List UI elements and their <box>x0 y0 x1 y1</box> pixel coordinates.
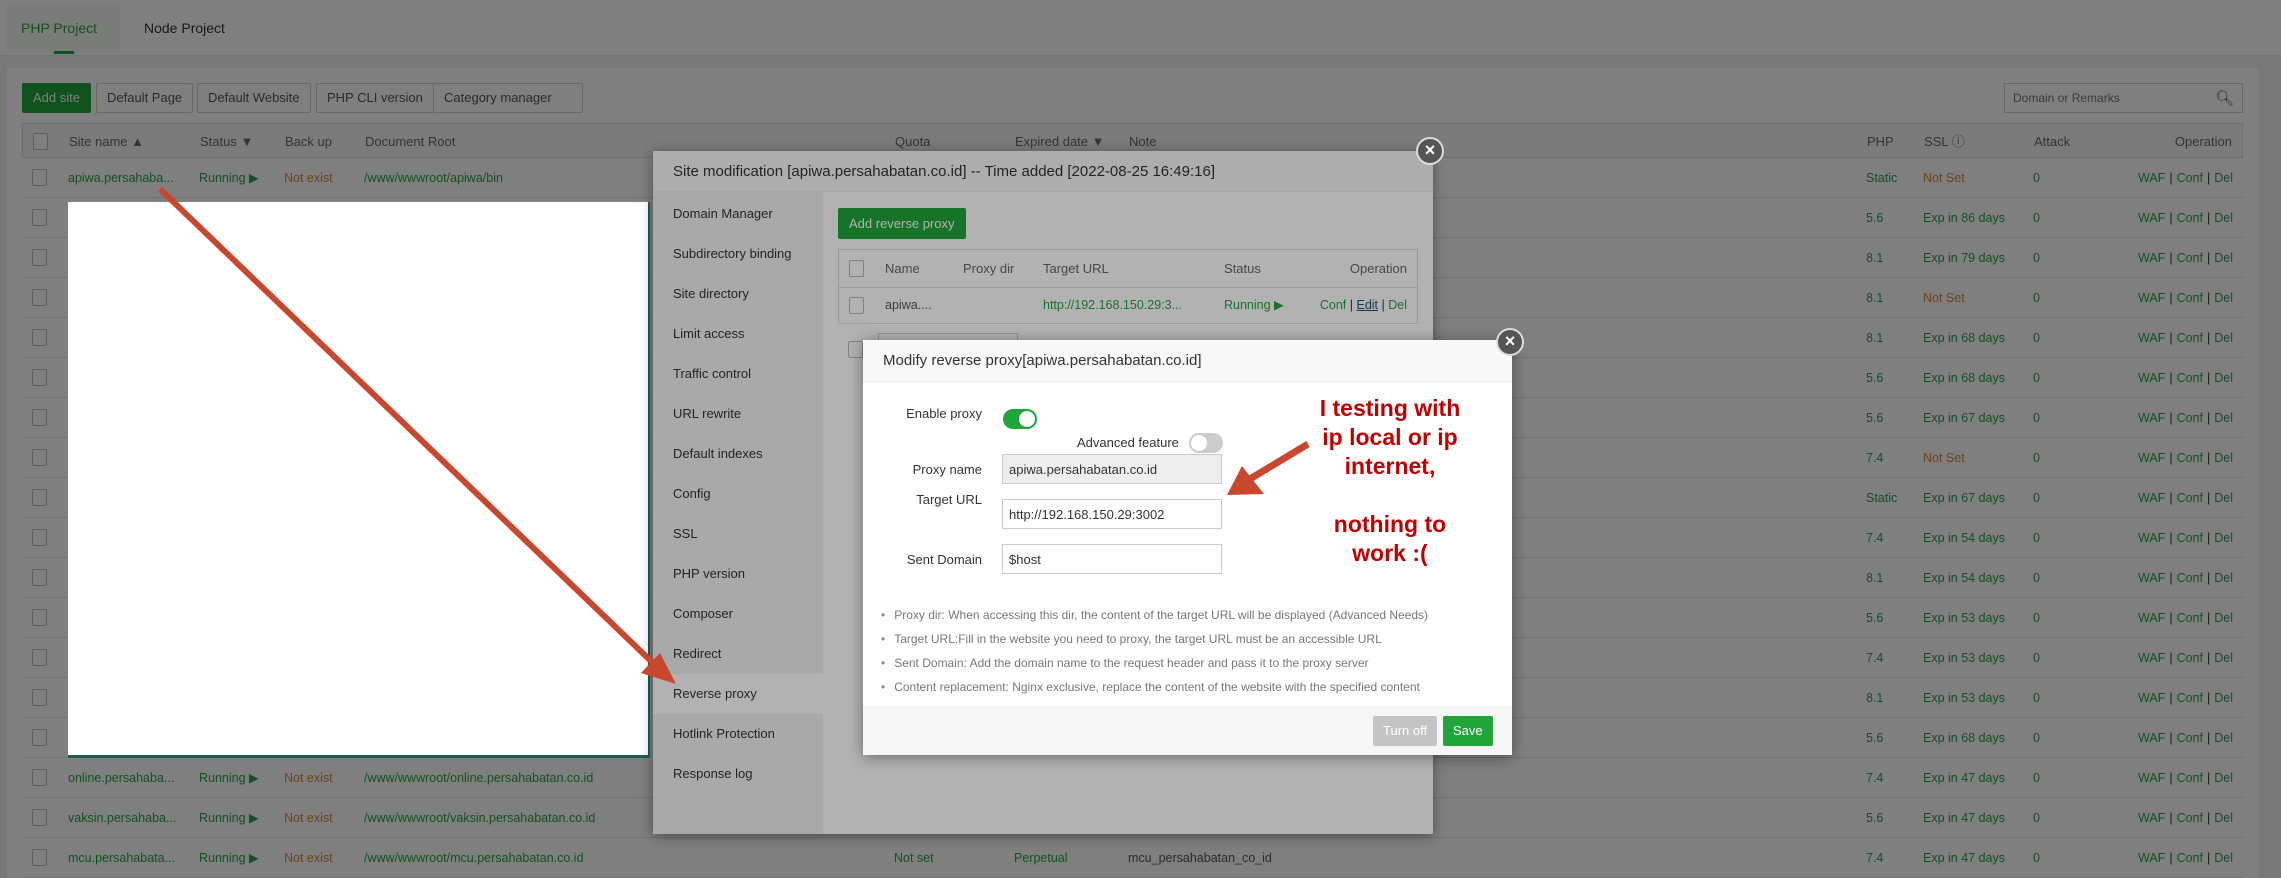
big-arrow-icon <box>157 186 676 684</box>
small-arrow-icon <box>1227 441 1310 495</box>
annotation-arrows <box>157 186 1310 684</box>
